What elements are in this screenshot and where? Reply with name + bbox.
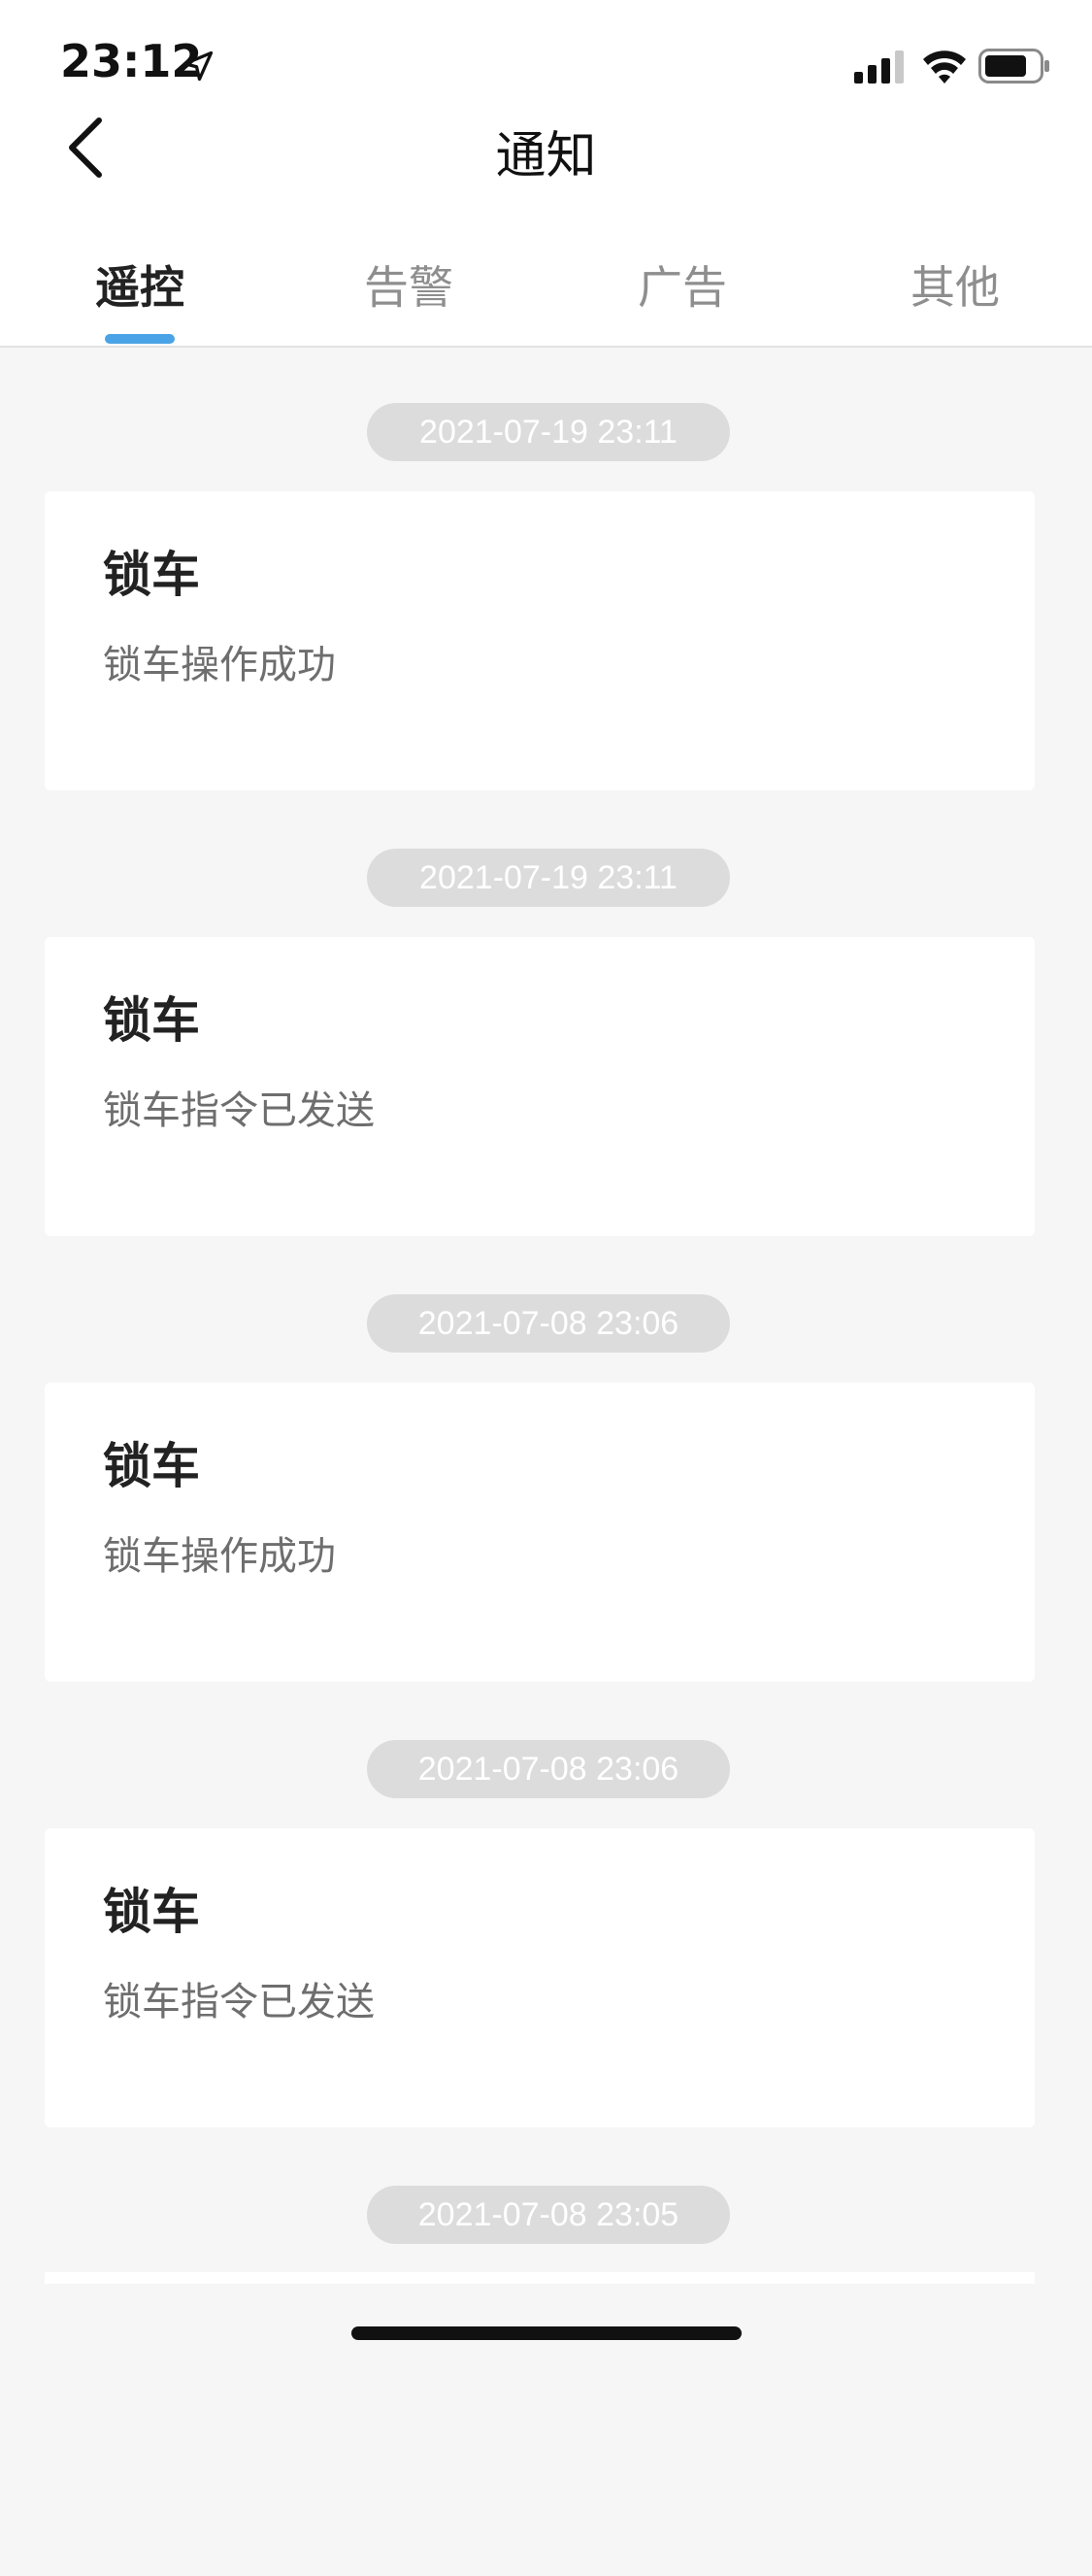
navigation-bar: 通知 [0,97,1092,223]
notification-group: 2021-07-08 23:06 锁车 锁车操作成功 [0,1239,1092,1685]
notification-card[interactable]: 锁车 锁车指令已发送 [45,937,1035,1236]
wifi-icon [923,50,966,84]
tab-alarm[interactable]: 告警 [302,252,515,317]
timestamp-pill: 2021-07-08 23:06 [367,1294,730,1353]
tab-other[interactable]: 其他 [848,252,1062,317]
tab-advertisement[interactable]: 广告 [576,252,789,317]
tab-remote-control[interactable]: 遥控 [33,252,247,317]
notification-group: 2021-07-08 23:05 [0,2130,1092,2576]
timestamp-pill: 2021-07-19 23:11 [367,403,730,461]
home-indicator[interactable] [351,2326,742,2340]
timestamp-pill: 2021-07-19 23:11 [367,849,730,907]
tab-bar: 遥控 告警 广告 其他 [0,223,1092,348]
notification-card[interactable] [45,2272,1035,2284]
notification-body: 锁车操作成功 [103,1534,336,1579]
notification-title: 锁车 [103,547,200,603]
timestamp-pill: 2021-07-08 23:05 [367,2186,730,2244]
notification-title: 锁车 [103,992,200,1049]
notification-card[interactable]: 锁车 锁车操作成功 [45,1383,1035,1682]
notification-list[interactable]: 2021-07-19 23:11 锁车 锁车操作成功 2021-07-19 23… [0,348,1092,2576]
notification-body: 锁车操作成功 [103,643,336,687]
page-title: 通知 [495,127,597,185]
notification-body: 锁车指令已发送 [103,1980,375,2024]
location-arrow-icon [182,50,214,82]
active-tab-indicator [105,334,175,344]
notification-card[interactable]: 锁车 锁车操作成功 [45,491,1035,790]
notification-title: 锁车 [103,1884,200,1940]
signal-icon [854,50,904,84]
battery-icon [978,49,1049,84]
notification-card[interactable]: 锁车 锁车指令已发送 [45,1828,1035,2127]
notification-group: 2021-07-19 23:11 锁车 锁车指令已发送 [0,793,1092,1239]
timestamp-pill: 2021-07-08 23:06 [367,1740,730,1798]
notification-body: 锁车指令已发送 [103,1088,375,1133]
notification-group: 2021-07-19 23:11 锁车 锁车操作成功 [0,348,1092,793]
notification-title: 锁车 [103,1438,200,1494]
notification-group: 2021-07-08 23:06 锁车 锁车指令已发送 [0,1685,1092,2130]
